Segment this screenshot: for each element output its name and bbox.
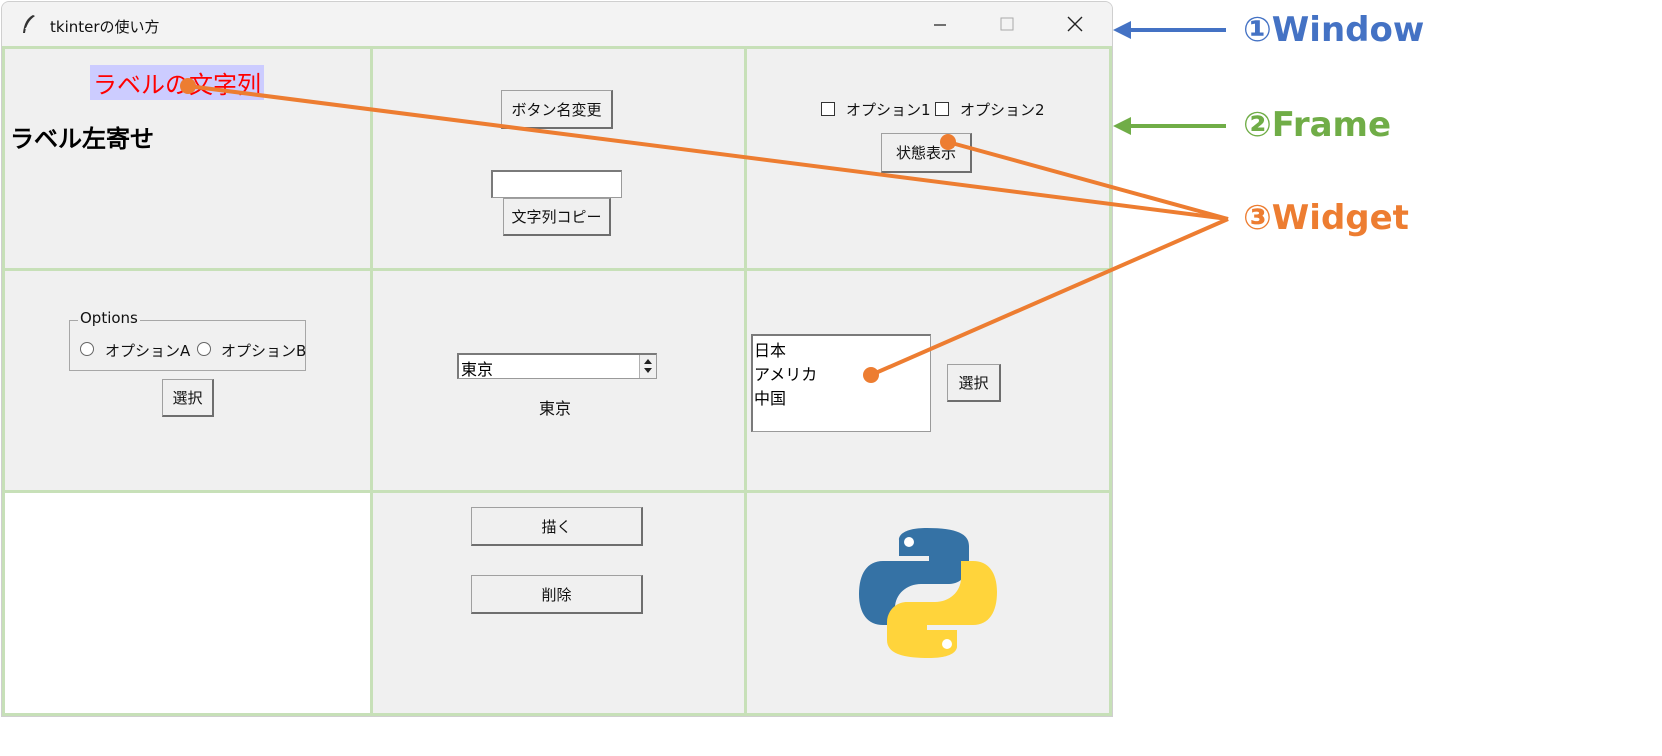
title-bar[interactable]: tkinterの使い方	[2, 2, 1112, 47]
listbox-item-japan[interactable]: 日本	[754, 337, 786, 361]
frame-image	[744, 490, 1112, 716]
spinbox-result-label: 東京	[539, 399, 572, 418]
country-listbox[interactable]: 日本 アメリカ 中国	[751, 334, 931, 432]
feather-icon	[23, 15, 35, 33]
minimize-button[interactable]	[910, 6, 970, 42]
colored-label: ラベルの文字列	[90, 65, 264, 100]
option-b-radio[interactable]	[197, 342, 211, 356]
close-icon	[1067, 16, 1083, 32]
city-spinbox[interactable]: 東京	[457, 353, 657, 379]
left-aligned-label: ラベル左寄せ	[10, 125, 154, 153]
text-entry[interactable]	[491, 170, 622, 198]
option-a-radio[interactable]	[80, 342, 94, 356]
radio-select-button[interactable]: 選択	[162, 379, 214, 417]
draw-button[interactable]: 描く	[471, 507, 643, 546]
frame-button-entry: ボタン名変更 文字列コピー	[370, 46, 747, 271]
listbox-select-button[interactable]: 選択	[947, 364, 1001, 402]
option1-label[interactable]: オプション1	[846, 99, 931, 120]
option2-checkbox[interactable]	[935, 102, 949, 116]
option2-label[interactable]: オプション2	[960, 99, 1045, 120]
annotation-widget: ③Widget	[1243, 198, 1409, 238]
frame-checkbox: オプション1 オプション2 状態表示	[744, 46, 1112, 271]
app-window: tkinterの使い方 ラベルの文字列 ラベル左寄せ ボタン名変更 文字列コピー…	[1, 1, 1113, 717]
frame-listbox: 日本 アメリカ 中国 選択	[744, 268, 1112, 493]
frame-spinbox: 東京 東京	[370, 268, 747, 493]
window-arrow	[1113, 21, 1226, 39]
frame-radio: Options オプションA オプションB 選択	[2, 268, 373, 493]
close-button[interactable]	[1045, 6, 1105, 42]
frame-draw-controls: 描く 削除	[370, 490, 747, 716]
python-logo	[859, 528, 997, 658]
maximize-icon	[1000, 17, 1014, 31]
frame-arrow	[1113, 117, 1226, 135]
spinbox-arrows[interactable]	[639, 355, 656, 378]
options-group-title: Options	[78, 309, 140, 327]
spin-up-down-icon	[644, 359, 652, 373]
spinbox-value: 東京	[461, 360, 494, 379]
frame-label: ラベルの文字列 ラベル左寄せ	[2, 46, 373, 271]
listbox-item-china[interactable]: 中国	[754, 385, 786, 409]
delete-button[interactable]: 削除	[471, 575, 643, 614]
option-b-label[interactable]: オプションB	[221, 340, 306, 361]
drawing-canvas[interactable]	[2, 490, 373, 716]
annotation-window: ①Window	[1243, 10, 1425, 50]
show-status-button[interactable]: 状態表示	[881, 133, 972, 173]
copy-string-button[interactable]: 文字列コピー	[503, 198, 611, 236]
rename-button[interactable]: ボタン名変更	[501, 90, 613, 129]
option-a-label[interactable]: オプションA	[105, 340, 190, 361]
annotation-frame: ②Frame	[1243, 105, 1392, 145]
maximize-button[interactable]	[977, 6, 1037, 42]
option1-checkbox[interactable]	[821, 102, 835, 116]
listbox-item-america[interactable]: アメリカ	[754, 361, 817, 385]
minimize-icon	[934, 24, 946, 26]
window-title: tkinterの使い方	[50, 18, 160, 36]
